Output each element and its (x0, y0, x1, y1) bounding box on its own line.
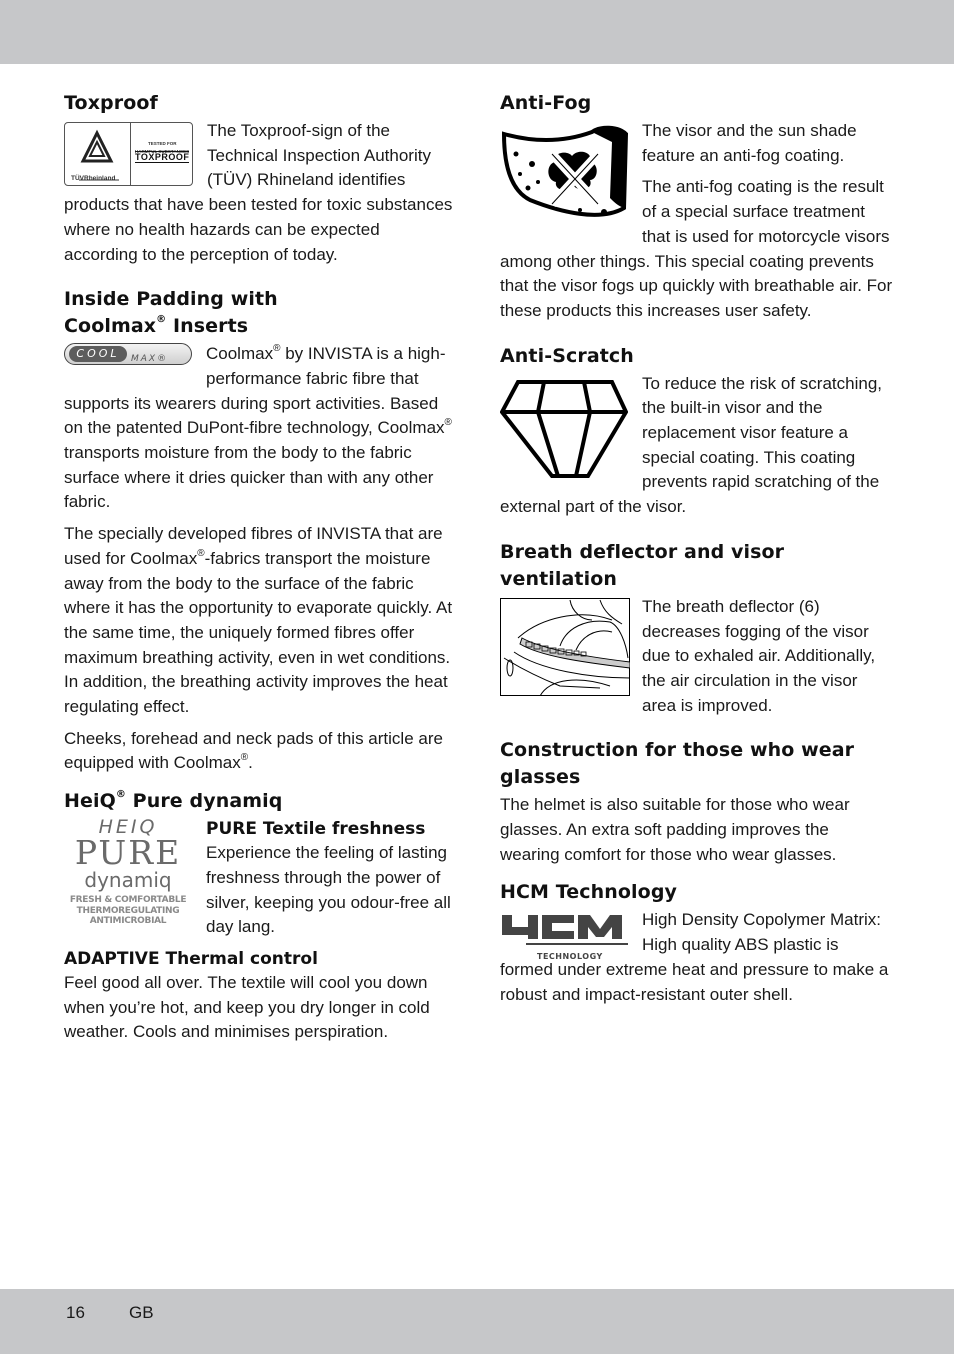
page-language: GB (129, 1303, 154, 1322)
section-hcm: HCM Technology TECHNOLOGY High Density C… (500, 879, 893, 1014)
heiq-logo-line: dynamiq (84, 868, 172, 893)
hcm-heading: HCM Technology (500, 881, 678, 904)
coolmax-heading-line2a: Coolmax (64, 315, 157, 338)
section-breath-deflector: Breath deflector and visor ventilation T… (500, 539, 893, 726)
toxproof-heading: Toxproof (64, 92, 158, 114)
heiq-heading: HeiQ® Pure dynamiq (64, 788, 457, 815)
heiq-pure-logo: HEIQ PURE dynamiq FRESH & COMFORTABLE TH… (64, 817, 192, 935)
coolmax-logo: COOL MAX® (64, 343, 192, 366)
section-antiscratch: Anti-Scratch To reduce the risk of scrat… (499, 343, 893, 527)
heiq-logo-line: PURE (74, 833, 182, 873)
glasses-heading: Construction for those who wear glasses (500, 739, 855, 789)
toxproof-logo: TÜVRheinland TESTED FOR HARMFUL SUBSTANC… (64, 122, 193, 186)
heiq-text-adaptive: Feel good all over. The textile will coo… (64, 972, 430, 1042)
coolmax-paragraph-1: Coolmax® by INVISTA is a high-performanc… (64, 342, 457, 515)
text-run: transports moisture from the body to the… (64, 443, 434, 512)
tox-mark: TOXPROOF (135, 151, 190, 163)
coolmax-logo-max: MAX® (131, 354, 169, 365)
text-run: Cheeks, forehead and neck pads of this a… (64, 728, 443, 773)
diamond-icon (499, 379, 629, 488)
antifog-heading: Anti-Fog (500, 92, 592, 114)
coolmax-heading: Inside Padding with Coolmax® Inserts (64, 286, 457, 340)
tuv-brand: TÜVRheinland (71, 175, 116, 182)
heiq-subheading-adaptive: ADAPTIVE Thermal control (64, 948, 318, 969)
right-column: Anti-Fog The visor and the sun shade fea… (499, 90, 893, 1026)
coolmax-paragraph-2: The specially developed fibres of INVIST… (64, 522, 457, 720)
coolmax-paragraph-3: Cheeks, forehead and neck pads of this a… (64, 727, 457, 776)
heiq-heading-b: Pure dynamiq (125, 790, 283, 813)
coolmax-heading-line2b: Inserts (166, 315, 249, 338)
text-run: -fabrics transport the moisture away fro… (64, 548, 453, 717)
registered-mark: ® (115, 789, 126, 801)
header-bar (0, 0, 954, 64)
breath-heading: Breath deflector and visor ventilation (500, 540, 785, 590)
heiq-heading-a: HeiQ (64, 790, 116, 813)
coolmax-heading-line1: Inside Padding with (64, 288, 278, 311)
visor-fog-crossed-icon (500, 122, 629, 226)
section-heiq: HeiQ® Pure dynamiq HEIQ PURE dynamiq FRE… (64, 788, 457, 1045)
hcm-technology-logo: TECHNOLOGY (500, 911, 628, 961)
text-run: . (248, 753, 253, 773)
coolmax-logo-cool: COOL (69, 346, 127, 363)
section-toxproof: Toxproof TÜVRheinland TESTED FOR HARMFUL… (64, 90, 457, 274)
antiscratch-heading: Anti-Scratch (500, 344, 634, 367)
hcm-logo-technology: TECHNOLOGY (537, 952, 603, 962)
left-column: Toxproof TÜVRheinland TESTED FOR HARMFUL… (64, 90, 457, 1057)
heiq-logo-line: THERMOREGULATING (76, 906, 180, 917)
heiq-logo-line: FRESH & COMFORTABLE (69, 895, 187, 906)
registered-mark: ® (197, 547, 205, 559)
logo-divider (130, 123, 131, 185)
registered-mark: ® (444, 417, 452, 429)
registered-mark: ® (240, 752, 249, 764)
heiq-logo-line: ANTIMICROBIAL (89, 916, 167, 927)
registered-mark: ® (156, 314, 167, 326)
glasses-text: The helmet is also suitable for those wh… (500, 795, 850, 864)
page-number: 16 (66, 1303, 85, 1322)
section-antifog: Anti-Fog The visor and the sun shade fea… (500, 90, 893, 331)
text-run: Coolmax (206, 344, 274, 364)
registered-mark: ® (273, 343, 281, 355)
helmet-breath-deflector-illustration (500, 597, 631, 704)
section-glasses: Construction for those who wear glasses … (500, 737, 893, 867)
section-coolmax: Inside Padding with Coolmax® Inserts COO… (64, 286, 457, 776)
